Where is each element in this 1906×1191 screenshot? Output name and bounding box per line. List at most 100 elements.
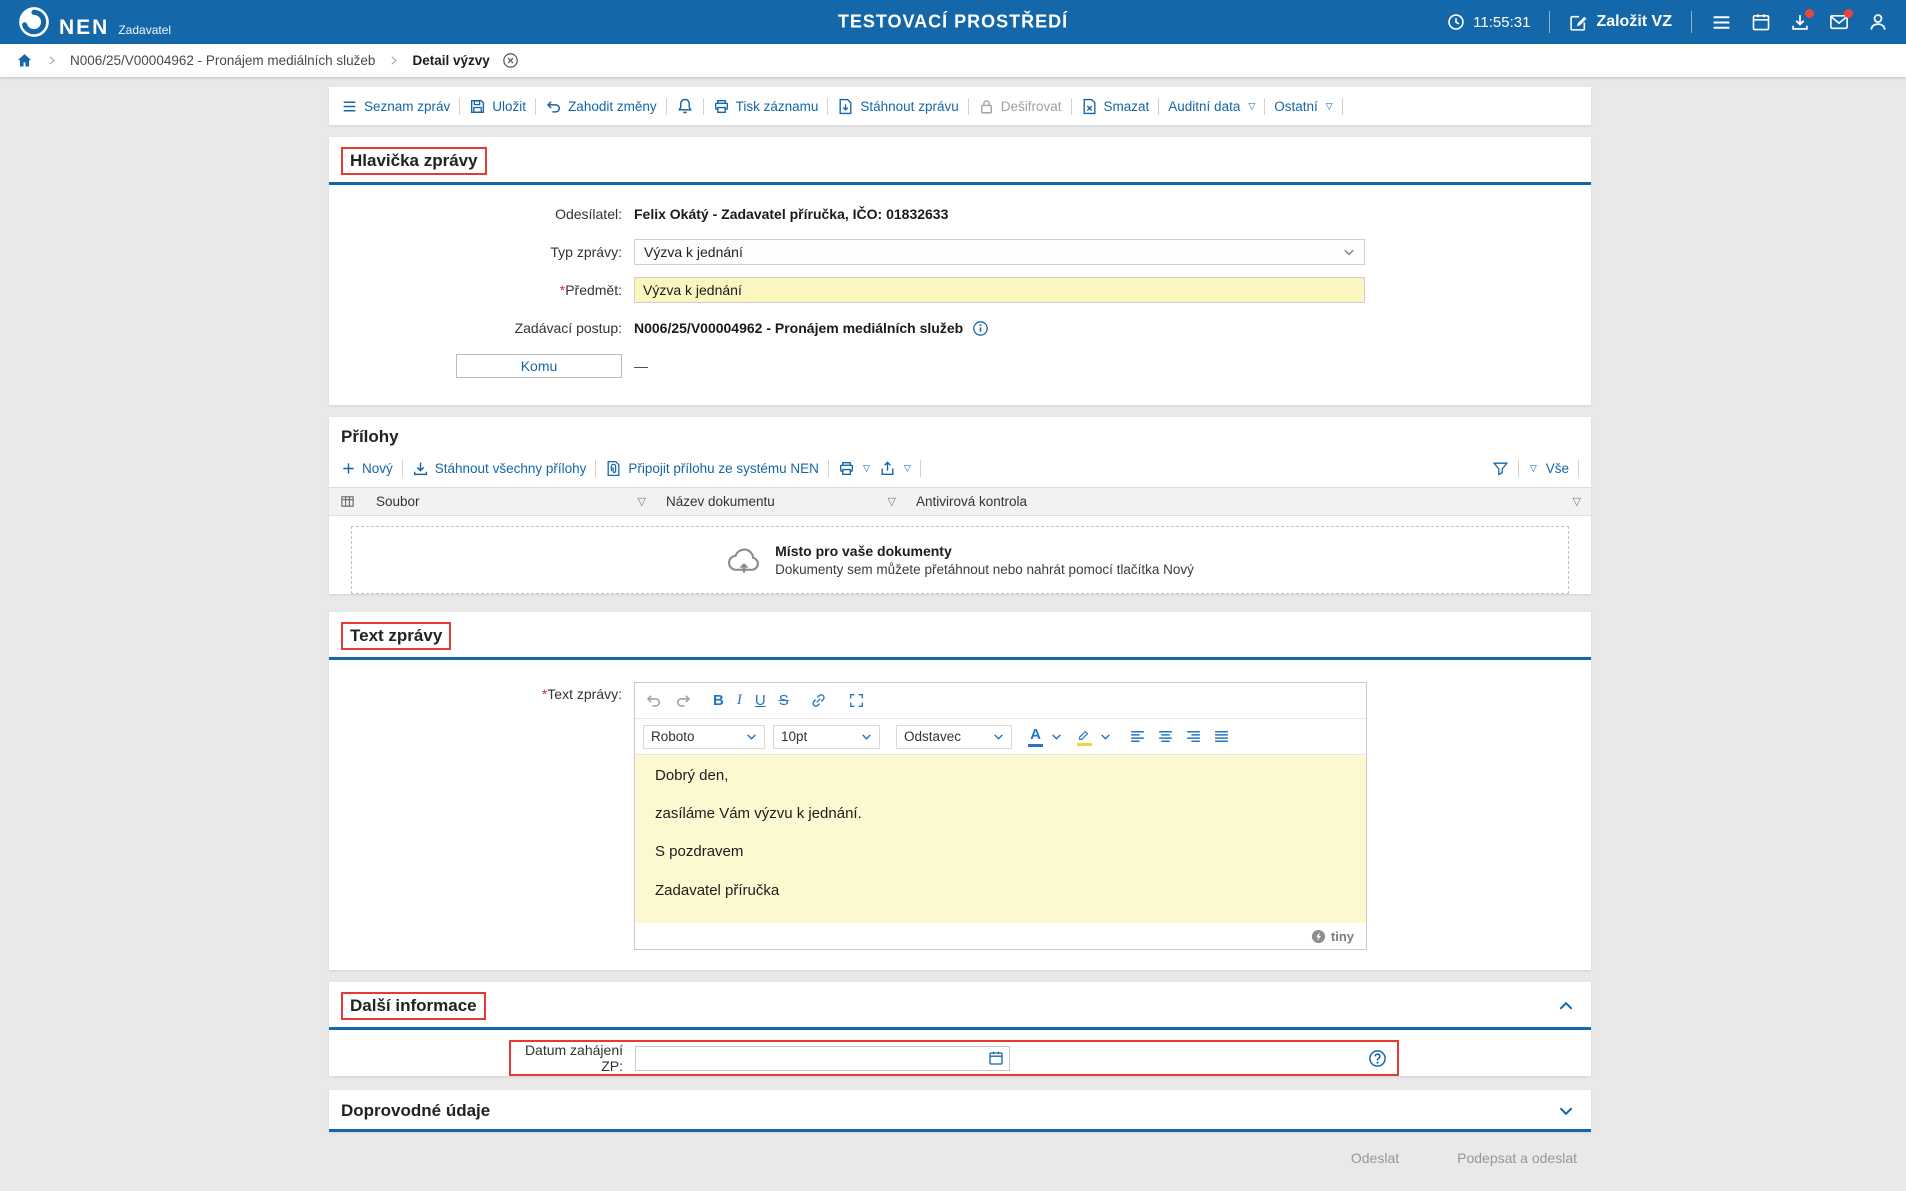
- other-actions-button[interactable]: Ostatní ▽: [1274, 99, 1332, 114]
- strikethrough-button[interactable]: S: [779, 692, 789, 709]
- home-icon[interactable]: [16, 52, 33, 69]
- messages-button[interactable]: [1829, 12, 1849, 32]
- sign-and-send-button[interactable]: Podepsat a odeslat: [1457, 1150, 1577, 1166]
- align-justify-button[interactable]: [1213, 728, 1230, 745]
- collapse-button[interactable]: [1555, 1100, 1577, 1122]
- fullscreen-button[interactable]: [848, 692, 865, 709]
- filter-icon[interactable]: ▽: [1573, 495, 1581, 508]
- brand-name: NEN: [59, 17, 109, 38]
- delete-button[interactable]: Smazat: [1081, 98, 1150, 115]
- column-settings-button[interactable]: [329, 494, 366, 509]
- highlight-color-button[interactable]: [1076, 728, 1092, 746]
- export-attachments-button[interactable]: ▽: [879, 460, 911, 477]
- show-all-button[interactable]: Vše: [1546, 461, 1569, 476]
- info-icon[interactable]: [972, 320, 989, 337]
- undo-icon: [645, 692, 662, 709]
- link-button[interactable]: [810, 692, 827, 709]
- align-right-icon: [1185, 728, 1202, 745]
- send-button[interactable]: Odeslat: [1351, 1150, 1399, 1166]
- undo-button[interactable]: [645, 692, 662, 709]
- message-type-select[interactable]: Výzva k jednání: [634, 239, 1365, 265]
- notifications-button[interactable]: [676, 97, 694, 115]
- calendar-icon[interactable]: [1751, 12, 1771, 32]
- separator: [703, 98, 704, 115]
- download-message-button[interactable]: Stáhnout zprávu: [837, 98, 958, 115]
- font-size-select[interactable]: 10pt: [773, 725, 880, 749]
- paragraph-format-select[interactable]: Odstavec: [896, 725, 1012, 749]
- separator: [595, 460, 596, 477]
- separator: [666, 98, 667, 115]
- audit-data-button[interactable]: Auditní data ▽: [1168, 99, 1255, 114]
- download-icon: [412, 460, 429, 477]
- tiny-logo-icon: [1311, 929, 1326, 944]
- redo-button[interactable]: [675, 692, 692, 709]
- save-button[interactable]: Uložit: [469, 98, 526, 115]
- font-size-value: 10pt: [781, 729, 807, 744]
- separator: [920, 460, 921, 477]
- new-attachment-button[interactable]: Nový: [341, 461, 393, 476]
- bold-button[interactable]: B: [713, 692, 724, 709]
- separator: [968, 98, 969, 115]
- filter-funnel-icon[interactable]: [1492, 460, 1509, 477]
- filter-icon[interactable]: ▽: [638, 495, 646, 508]
- download-all-attachments-button[interactable]: Stáhnout všechny přílohy: [412, 460, 587, 477]
- message-header-section: Hlavička zprávy Odesílatel: Felix Okátý …: [329, 137, 1591, 405]
- print-attachments-button[interactable]: ▽: [838, 460, 870, 477]
- message-type-label: Typ zprávy:: [329, 244, 634, 260]
- separator: [1071, 98, 1072, 115]
- user-icon[interactable]: [1868, 12, 1888, 32]
- sender-label: Odesílatel:: [329, 206, 634, 222]
- command-toolbar: Seznam zpráv Uložit Zahodit změny Tisk z…: [329, 87, 1591, 125]
- align-center-button[interactable]: [1157, 728, 1174, 745]
- document-download-icon: [837, 98, 854, 115]
- chevron-down-icon: [861, 732, 872, 741]
- dropdown-arrow-icon[interactable]: ▽: [1530, 463, 1537, 474]
- attachments-dropzone[interactable]: Místo pro vaše dokumenty Dokumenty sem m…: [351, 526, 1569, 594]
- help-icon[interactable]: [1368, 1049, 1387, 1068]
- subject-input[interactable]: [634, 277, 1365, 303]
- attach-from-nen-button[interactable]: Připojit přílohu ze systému NEN: [605, 460, 819, 477]
- lock-icon: [978, 98, 995, 115]
- alignment-buttons: [1129, 728, 1230, 745]
- message-text-label: *Text zprávy:: [329, 682, 634, 702]
- message-list-button[interactable]: Seznam zpráv: [341, 98, 450, 115]
- breadcrumb-procedure[interactable]: N006/25/V00004962 - Pronájem mediálních …: [70, 53, 375, 68]
- section-rule: [329, 1129, 1591, 1132]
- create-vz-button[interactable]: Založit VZ: [1569, 13, 1672, 32]
- text-color-button[interactable]: A: [1028, 726, 1043, 747]
- separator: [1549, 11, 1550, 33]
- print-record-button[interactable]: Tisk záznamu: [713, 98, 819, 115]
- decrypt-button[interactable]: Dešifrovat: [978, 98, 1062, 115]
- recipients-button[interactable]: Komu: [456, 354, 622, 378]
- link-icon: [810, 692, 827, 709]
- collapse-button[interactable]: [1555, 995, 1577, 1017]
- font-family-select[interactable]: Roboto: [643, 725, 765, 749]
- server-time: 11:55:31: [1447, 13, 1530, 31]
- align-left-button[interactable]: [1129, 728, 1146, 745]
- dropdown-arrow-icon: ▽: [1326, 101, 1333, 112]
- calendar-icon[interactable]: [988, 1050, 1004, 1066]
- underline-button[interactable]: U: [755, 692, 766, 709]
- recipients-value: —: [634, 358, 648, 374]
- datum-zahajeni-input[interactable]: [635, 1046, 1010, 1071]
- tiny-brand[interactable]: tiny: [1331, 929, 1354, 944]
- highlight-color-bar: [1077, 743, 1092, 746]
- accompanying-data-section: Doprovodné údaje: [329, 1090, 1591, 1132]
- align-right-button[interactable]: [1185, 728, 1202, 745]
- menu-icon[interactable]: [1711, 12, 1732, 33]
- editor-content[interactable]: Dobrý den, zasíláme Vám výzvu k jednání.…: [635, 755, 1366, 923]
- filter-icon[interactable]: ▽: [888, 495, 896, 508]
- discard-changes-button[interactable]: Zahodit změny: [545, 98, 657, 115]
- chevron-down-icon[interactable]: [1100, 732, 1111, 741]
- chevron-down-icon[interactable]: [1051, 732, 1062, 741]
- redo-icon: [675, 692, 692, 709]
- align-justify-icon: [1213, 728, 1230, 745]
- italic-button[interactable]: I: [737, 692, 742, 709]
- cloud-upload-icon: [726, 545, 762, 575]
- editor-paragraph: S pozdravem: [655, 844, 1346, 860]
- downloads-button[interactable]: [1790, 12, 1810, 32]
- attachments-toolbar: Nový Stáhnout všechny přílohy Připojit p…: [329, 449, 1591, 487]
- close-icon[interactable]: [502, 52, 519, 69]
- undo-icon: [545, 98, 562, 115]
- nen-logo[interactable]: NEN Zadavatel: [18, 6, 171, 38]
